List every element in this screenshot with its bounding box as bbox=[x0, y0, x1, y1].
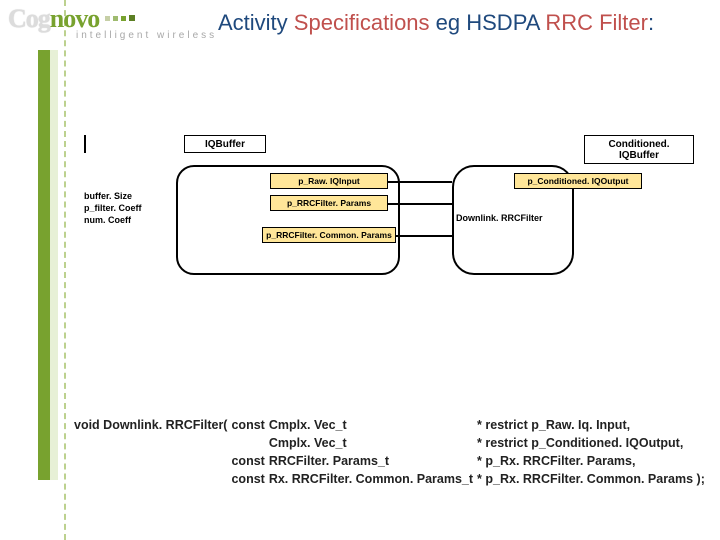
pin-raw-iq-input: p_Raw. IQInput bbox=[270, 173, 388, 189]
pin-conditioned-output: p_Conditioned. IQOutput bbox=[514, 173, 642, 189]
logo: Cognovo intelligent wireless bbox=[0, 6, 218, 41]
connector bbox=[84, 135, 86, 144]
iq-buffer-box: IQBuffer bbox=[184, 135, 266, 153]
connector bbox=[396, 235, 452, 237]
connector bbox=[84, 144, 86, 153]
activity-diagram: IQBuffer Conditioned. IQBuffer buffer. S… bbox=[84, 135, 694, 295]
side-accent-bar bbox=[38, 50, 58, 480]
logo-text-1: Cog bbox=[8, 4, 50, 34]
pin-rrc-filter-params: p_RRCFilter. Params bbox=[270, 195, 388, 211]
function-signature: void Downlink. RRCFilter( const Cmplx. V… bbox=[72, 380, 707, 506]
param-labels: buffer. Size p_filter. Coeff num. Coeff bbox=[84, 190, 142, 226]
conditioned-buffer-box: Conditioned. IQBuffer bbox=[584, 135, 694, 164]
page-title: Activity Specifications eg HSDPA RRC Fil… bbox=[218, 6, 654, 36]
connector bbox=[388, 203, 452, 205]
connector bbox=[388, 181, 452, 183]
logo-dots-icon bbox=[105, 15, 135, 24]
downlink-filter-label: Downlink. RRCFilter bbox=[456, 213, 543, 223]
pin-rrc-common-params: p_RRCFilter. Common. Params bbox=[262, 227, 396, 243]
